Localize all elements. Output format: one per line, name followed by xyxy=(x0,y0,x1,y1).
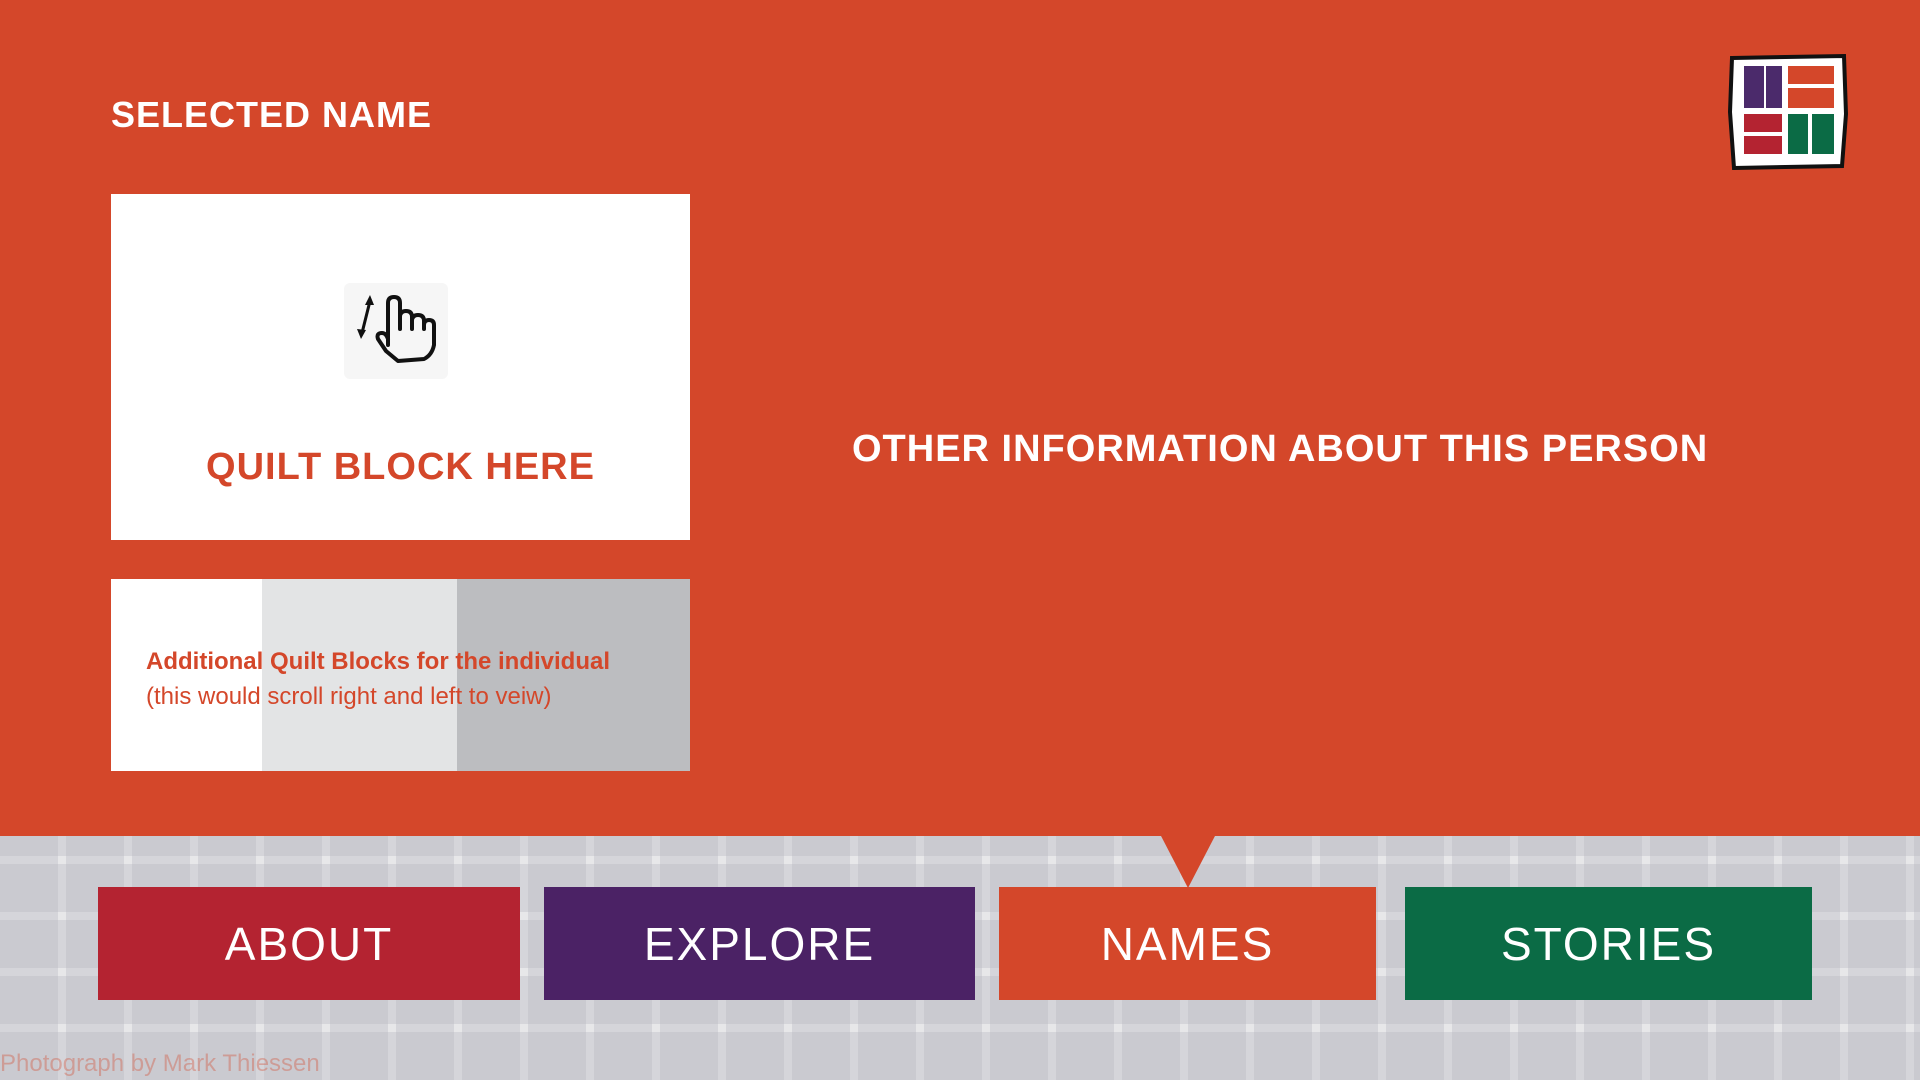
quilt-block-label: QUILT BLOCK HERE xyxy=(206,446,595,488)
nav-stories-button[interactable]: STORIES xyxy=(1405,887,1812,1000)
nav-explore-button[interactable]: EXPLORE xyxy=(544,887,975,1000)
additional-blocks-scroller[interactable]: Additional Quilt Blocks for the individu… xyxy=(111,579,690,771)
photo-credit: Photograph by Mark Thiessen xyxy=(0,1050,320,1077)
additional-blocks-hint: (this would scroll right and left to vei… xyxy=(146,683,552,710)
quilt-block-card[interactable]: QUILT BLOCK HERE xyxy=(111,194,690,540)
active-tab-pointer xyxy=(1160,834,1216,888)
quilt-logo-icon[interactable] xyxy=(1726,52,1850,170)
additional-blocks-caption: Additional Quilt Blocks for the individu… xyxy=(146,644,610,714)
person-info-heading: OTHER INFORMATION ABOUT THIS PERSON xyxy=(852,428,1709,470)
additional-blocks-title: Additional Quilt Blocks for the individu… xyxy=(146,648,611,675)
nav-about-button[interactable]: ABOUT xyxy=(98,887,520,1000)
pinch-zoom-gesture-icon xyxy=(344,283,448,379)
nav-names-button[interactable]: NAMES xyxy=(999,887,1376,1000)
page-title: SELECTED NAME xyxy=(111,94,433,135)
